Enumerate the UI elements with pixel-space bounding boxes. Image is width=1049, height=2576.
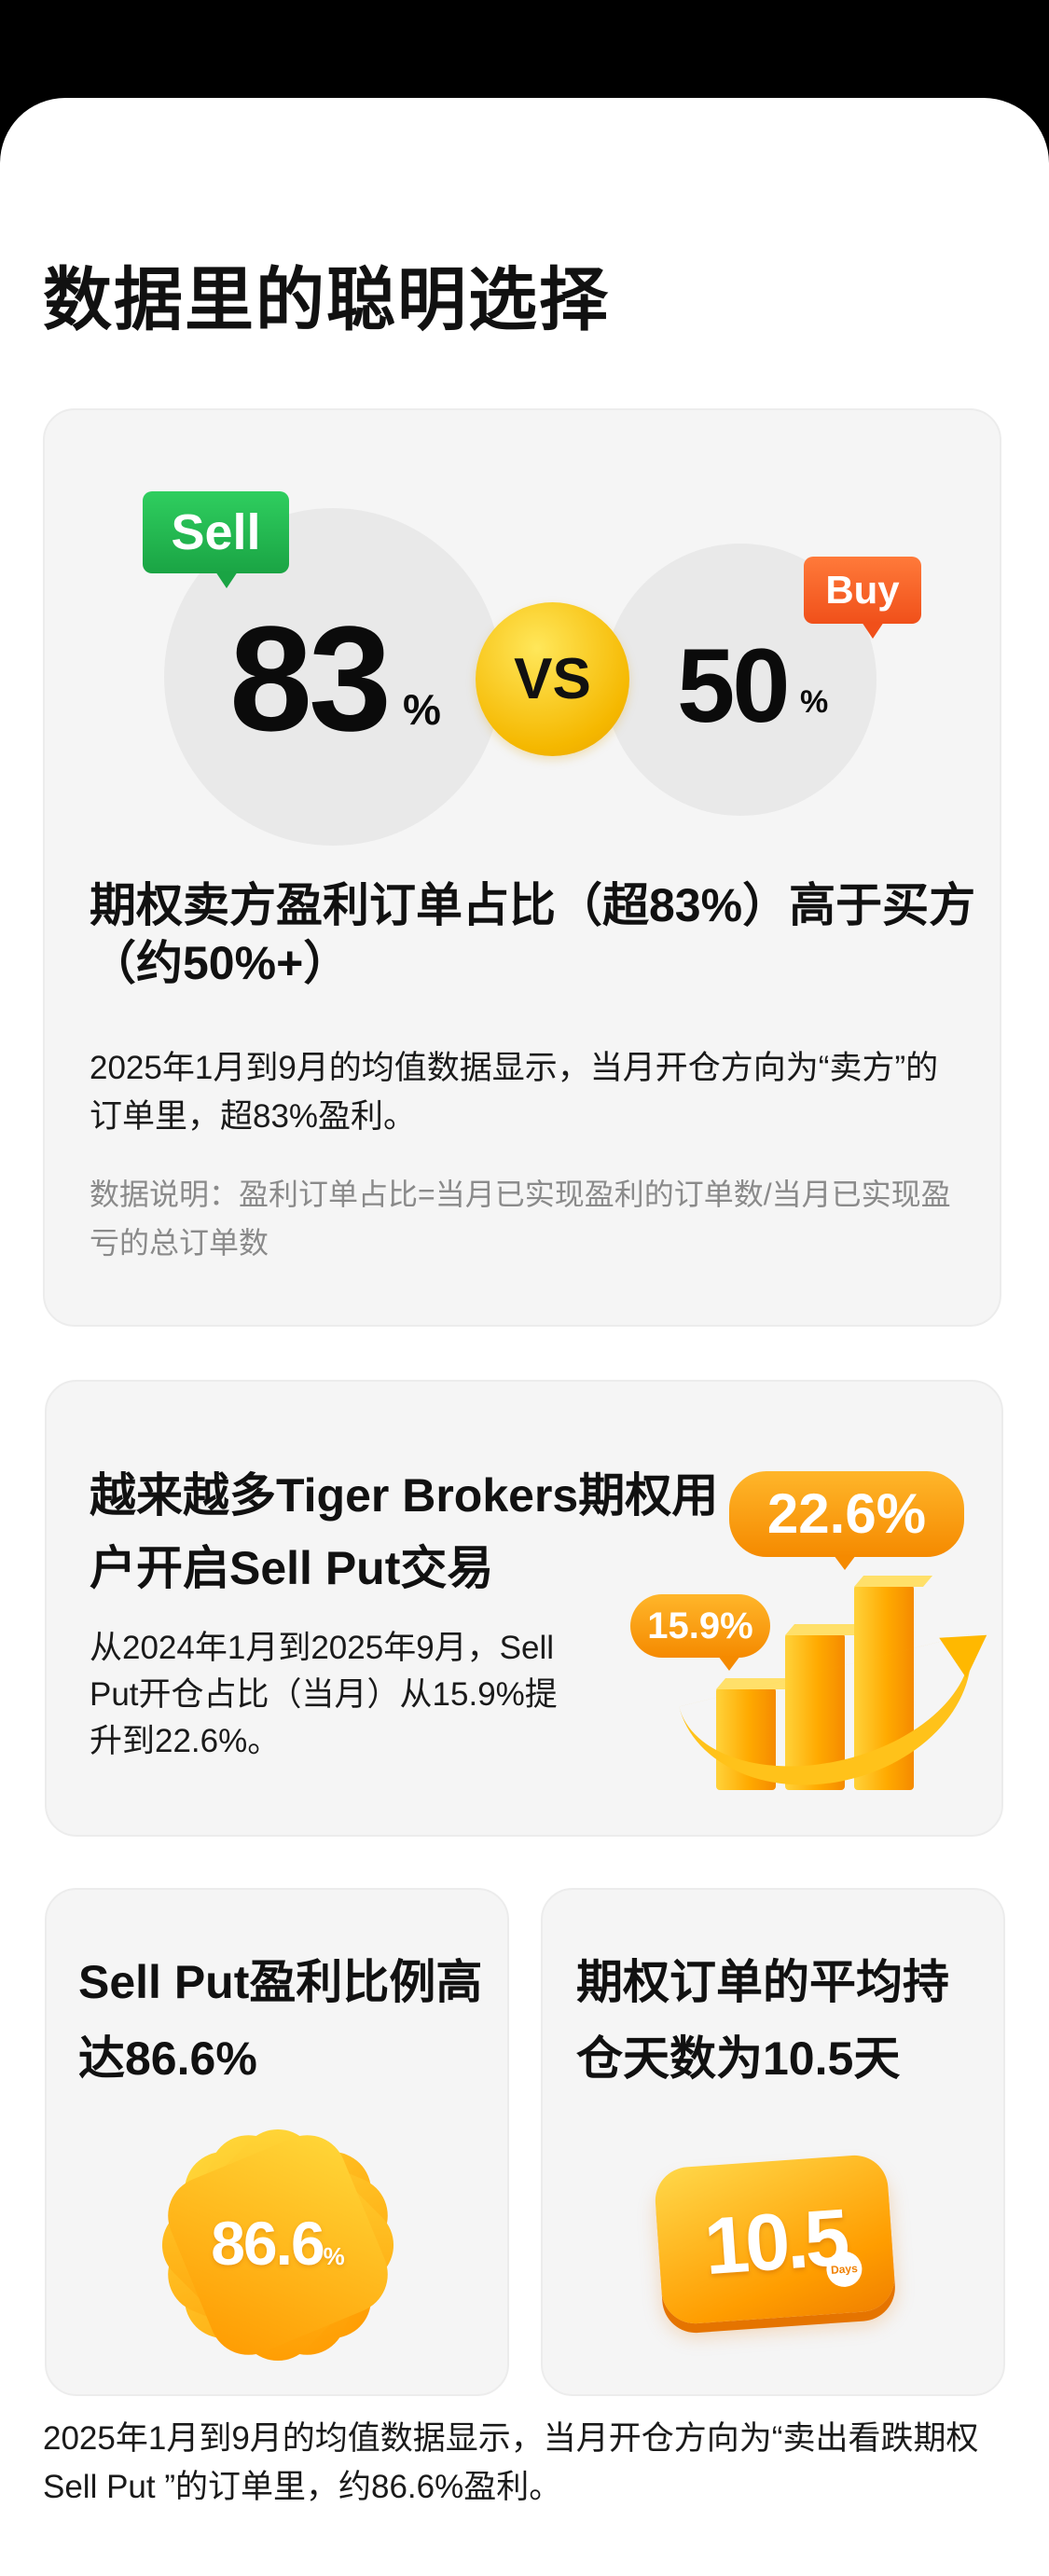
sell-tag: Sell	[143, 491, 289, 588]
buy-percent-sign: %	[800, 684, 829, 720]
vs-badge: VS	[476, 602, 629, 756]
page-title: 数据里的聪明选择	[43, 261, 610, 338]
sellput-growth-body: 从2024年1月到2025年9月，Sell Put开仓占比（当月）从15.9%提…	[90, 1630, 558, 1759]
winrate-heading: 期权卖方盈利订单占比（超83%）高于买方（约50%+）	[90, 879, 976, 989]
winrate-body: 2025年1月到9月的均值数据显示，当月开仓方向为“卖方”的订单里，超83%盈利…	[90, 1050, 939, 1135]
holding-days-heading: 期权订单的平均持仓天数为10.5天	[576, 1956, 949, 2085]
sellput-profit-heading: Sell Put盈利比例高达86.6%	[78, 1956, 483, 2085]
days-tile-value: 10.5	[701, 2192, 849, 2293]
profit-badge: 86.6%	[145, 2113, 410, 2377]
sell-percentage: 83	[229, 595, 392, 762]
profit-badge-unit: %	[323, 2242, 345, 2270]
buy-tag: Buy	[804, 557, 921, 639]
buy-percentage: 50	[677, 627, 791, 744]
footer-note: 2025年1月到9月的均值数据显示，当月开仓方向为“卖出看跌期权Sell Put…	[43, 2420, 979, 2505]
days-tile: 10.5 Days	[653, 2153, 897, 2326]
start-value-label: 15.9%	[630, 1594, 770, 1671]
winrate-data-note: 数据说明：盈利订单占比=当月已实现盈利的订单数/当月已实现盈亏的总订单数	[90, 1178, 951, 1260]
sellput-growth-heading: 越来越多Tiger Brokers期权用户开启Sell Put交易	[90, 1469, 719, 1594]
end-value-label: 22.6%	[729, 1471, 964, 1570]
sell-percent-sign: %	[403, 685, 441, 734]
profit-badge-value: 86.6%	[211, 2209, 345, 2278]
